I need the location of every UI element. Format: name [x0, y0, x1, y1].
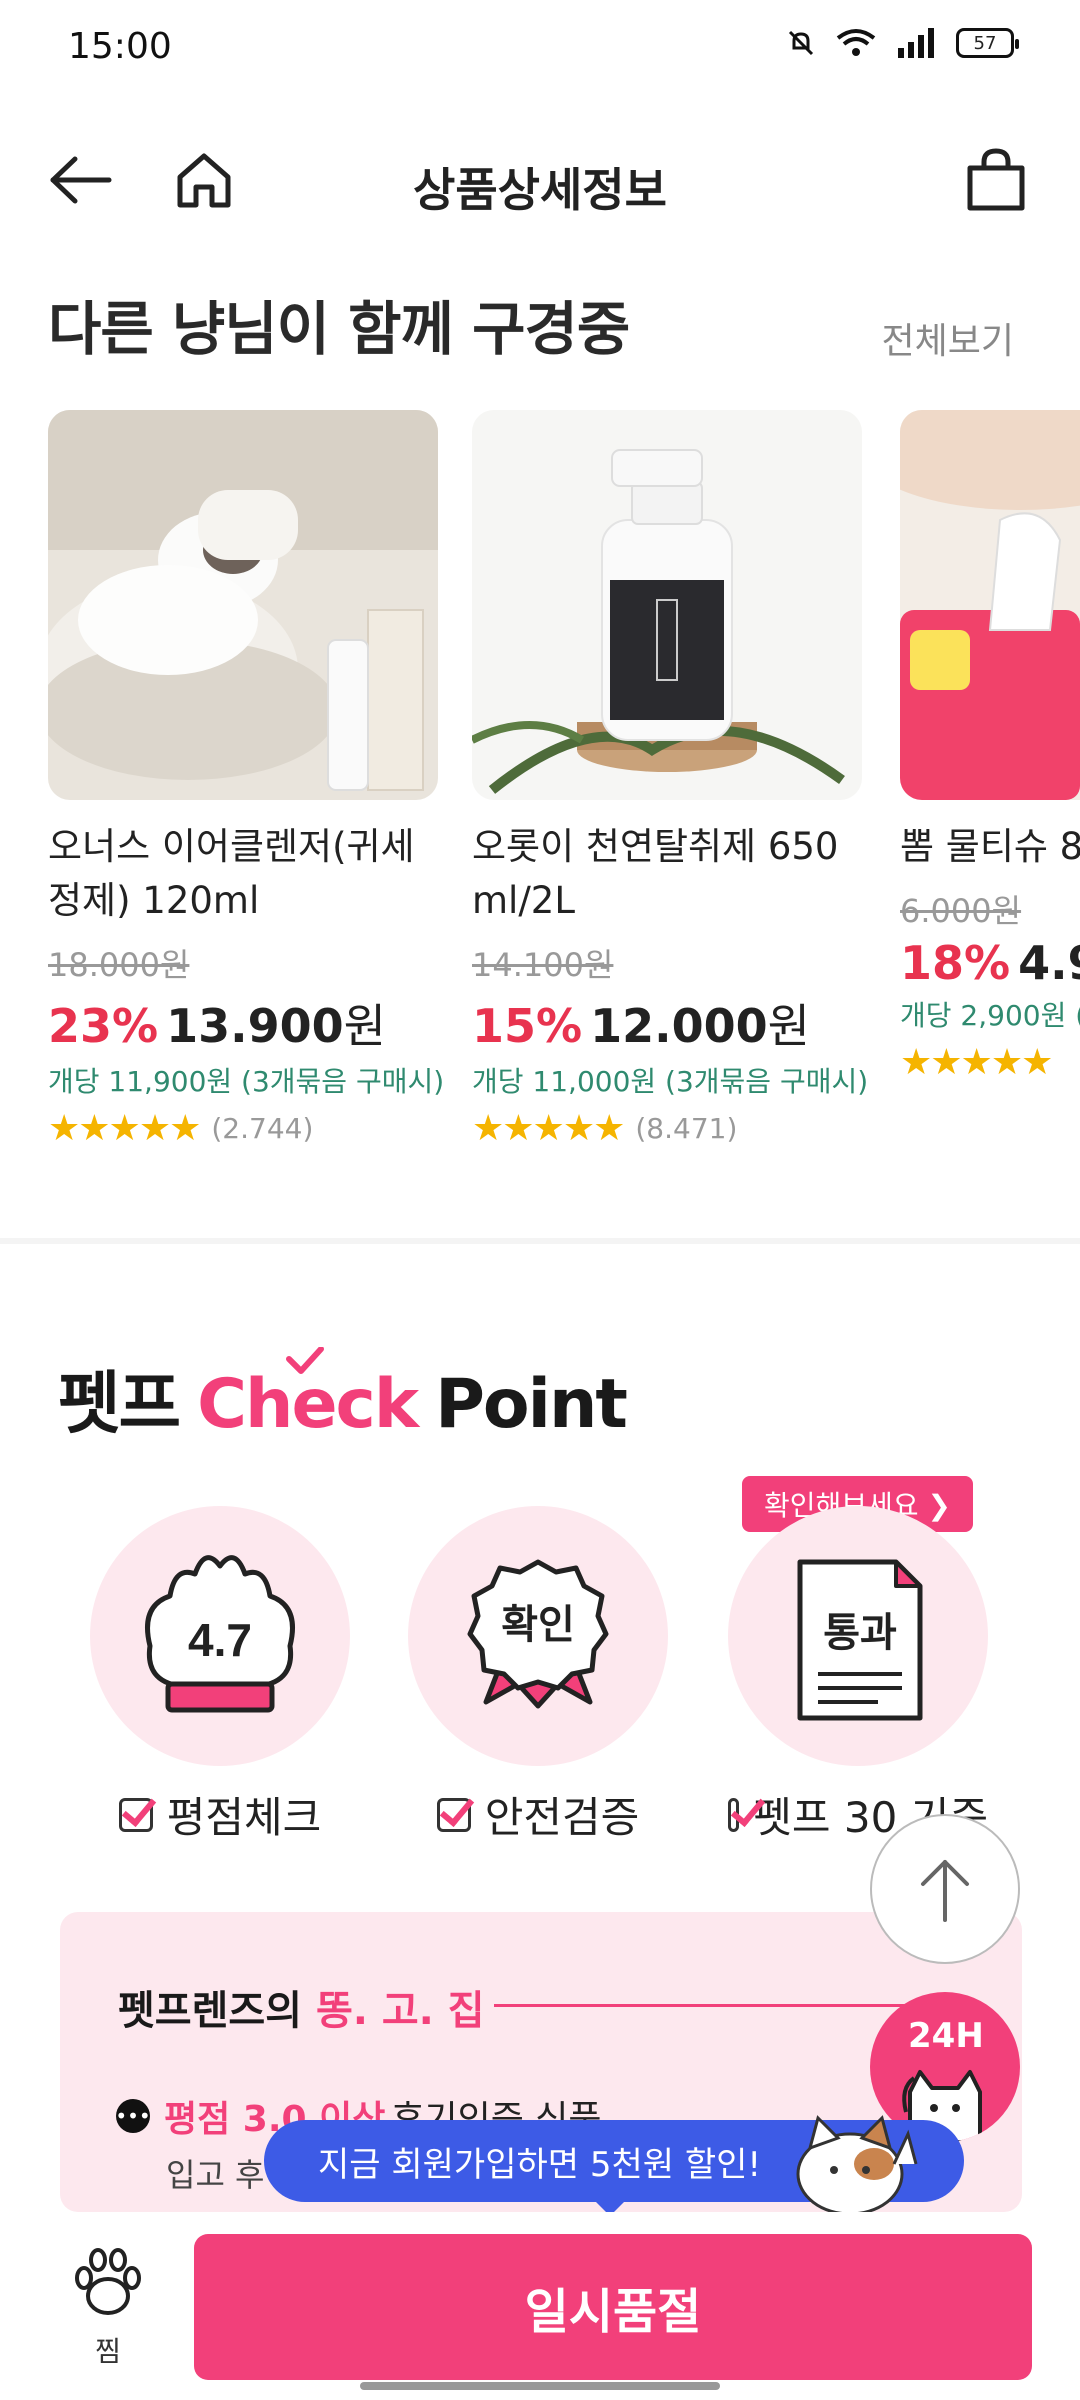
price-value: 4.9 — [1018, 936, 1080, 990]
product-name: 오롯이 천연탈취제 650ml/2L — [472, 825, 839, 922]
discount-rate: 18% — [900, 936, 1011, 990]
price-value: 13.900 — [166, 999, 344, 1053]
status-icons: 57 — [786, 28, 1019, 58]
price-value: 12.000 — [590, 999, 768, 1053]
wishlist-label: 찜 — [95, 2335, 121, 2368]
page-title: 상품상세정보 — [413, 163, 667, 217]
mute-icon — [788, 30, 814, 56]
checkbox-icon — [436, 1797, 471, 1832]
status-bar: 15:00 57 — [0, 0, 1080, 96]
checkpoint-item[interactable]: 확인 안전검증 — [408, 1506, 668, 1845]
rating: ★★★★★ (2.744) — [48, 1108, 438, 1149]
checkpoint-badge: 통과 — [728, 1506, 988, 1766]
status-time: 15:00 — [68, 26, 172, 67]
star-rating-icon: ★★★★★ — [472, 1108, 625, 1149]
star-rating-icon: ★★★★★ — [900, 1042, 1053, 1083]
star-rating-icon: ★★★★★ — [48, 1108, 201, 1149]
more-icon: ••• — [115, 2099, 151, 2133]
checkbox-icon — [118, 1797, 153, 1832]
unit-price: 개당 11,900원 (3개묶음 구매시) — [48, 1065, 445, 1098]
product-card[interactable]: 뽐 물티슈 8 6.000원 18%4.9 개당 2,900원 ( ★★★★★ — [900, 410, 1080, 1083]
rating-badge-text: 4.7 — [188, 1614, 252, 1666]
checkpoint-title-point: Point — [435, 1365, 628, 1444]
ttogojip-title: 펫프렌즈의 똥. 고. 집 — [118, 1988, 485, 2034]
paw-icon — [75, 2248, 141, 2315]
price-currency: 원 — [767, 999, 810, 1053]
bottom-action-bar: 찜 일시품절 — [0, 2212, 1080, 2400]
see-all-link[interactable]: 전체보기 — [882, 312, 1014, 364]
home-indicator — [360, 2382, 720, 2390]
product-card[interactable]: 오롯이 천연탈취제 650ml/2L 14.100원 15% 12.000원 개당… — [472, 410, 869, 1149]
checkpoint-title: 펫프 Check Point — [58, 1347, 628, 1447]
product-image — [472, 410, 862, 800]
checkpoint-label: 안전검증 — [408, 1784, 668, 1845]
original-price: 18.000원 — [48, 946, 190, 984]
review-count: (8.471) — [635, 1112, 738, 1145]
verify-badge-text: 확인 — [501, 1602, 575, 1648]
product-image — [900, 410, 1080, 800]
discount-rate: 15% — [472, 999, 583, 1053]
criteria-description: 입고 후 — [166, 2156, 265, 2194]
checkpoint-item[interactable]: 통과 펫프 30 기준 — [728, 1506, 988, 1845]
original-price: 6.000원 — [900, 892, 1022, 930]
arrow-up-icon — [921, 1860, 969, 1922]
pass-badge-text: 통과 — [823, 1610, 897, 1656]
product-carousel[interactable]: 오너스 이어클렌저(귀세정제) 120ml 18.000원 23% 13.900원… — [48, 410, 1080, 1150]
soldout-button[interactable]: 일시품절 — [194, 2234, 1032, 2380]
checkmark-icon — [286, 1347, 325, 1374]
verified-seal-icon: 확인 — [467, 1559, 609, 1709]
title-underline — [494, 2004, 914, 2007]
paw-rating-icon: 4.7 — [145, 1555, 295, 1713]
battery-indicator: 57 — [956, 28, 1019, 58]
section-title: 다른 냥님이 함께 구경중 — [48, 295, 630, 363]
unit-price: 개당 2,900원 ( — [900, 999, 1080, 1032]
product-card[interactable]: 오너스 이어클렌저(귀세정제) 120ml 18.000원 23% 13.900원… — [48, 410, 445, 1149]
sale-price: 15% 12.000원 — [472, 990, 862, 1056]
scroll-top-button[interactable] — [870, 1814, 1020, 1964]
price-currency: 원 — [343, 999, 386, 1053]
checkpoint-title-prefix: 펫프 — [58, 1365, 181, 1444]
wifi-icon — [836, 29, 876, 56]
rating: ★★★★★ (8.471) — [472, 1108, 862, 1149]
rating: ★★★★★ — [900, 1042, 1080, 1083]
wishlist-button[interactable]: 찜 — [58, 2244, 158, 2370]
review-count: (2.744) — [211, 1112, 314, 1145]
top-nav: 상품상세정보 — [0, 120, 1080, 240]
checkbox-icon — [728, 1797, 740, 1832]
sale-price: 23% 13.900원 — [48, 990, 438, 1056]
discount-rate: 23% — [48, 999, 159, 1053]
product-image — [48, 410, 438, 800]
product-name: 오너스 이어클렌저(귀세정제) 120ml — [48, 825, 415, 922]
checkpoint-badge: 4.7 — [90, 1506, 350, 1766]
sale-price: 18%4.9 — [900, 936, 1080, 990]
cart-button[interactable] — [956, 140, 1036, 220]
cart-icon — [967, 148, 1025, 211]
original-price: 14.100원 — [472, 946, 614, 984]
cat-mascot-icon — [796, 2115, 918, 2214]
document-pass-icon: 통과 — [797, 1559, 923, 1721]
checkpoint-label: 평점체크 — [90, 1784, 350, 1845]
signal-icon — [898, 28, 934, 58]
section-divider — [0, 1238, 1080, 1244]
checkpoint-badge: 확인 — [408, 1506, 668, 1766]
unit-price: 개당 11,000원 (3개묶음 구매시) — [472, 1065, 869, 1098]
checkpoint-title-check: Check — [197, 1347, 419, 1444]
checkpoint-item[interactable]: 4.7 평점체크 — [90, 1506, 350, 1845]
